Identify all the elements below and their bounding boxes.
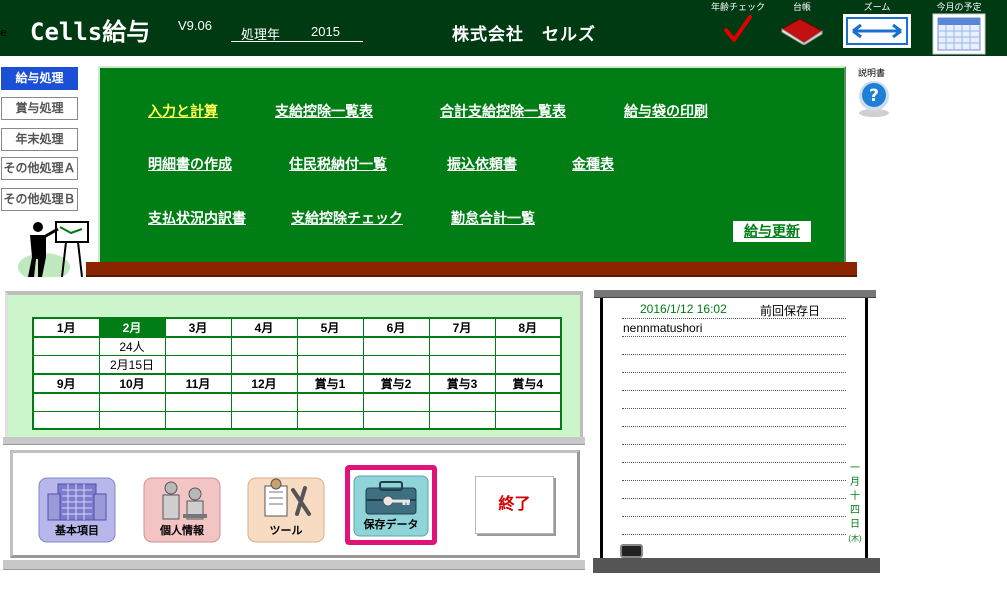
- zoom-arrows-icon: [846, 17, 908, 45]
- month-cell-mar[interactable]: 3月: [164, 317, 232, 338]
- memo-scroll-handle[interactable]: [620, 544, 643, 558]
- saved-data-button[interactable]: 保存データ: [352, 472, 430, 538]
- processing-year-label: 処理年: [241, 27, 281, 42]
- board-ledge: [86, 262, 857, 277]
- vertical-date: 一 月 十 四 日 (木): [848, 463, 862, 543]
- presenter-icon: [18, 221, 89, 277]
- month-cell-jun[interactable]: 6月: [362, 317, 430, 338]
- app-window: Cells給与 V9.06 処理年 2015 株式会社 セルズ 年齢チェック 台…: [0, 0, 1007, 596]
- header-bar: Cells給与 V9.06 処理年 2015 株式会社 セルズ 年齢チェック 台…: [0, 0, 1007, 56]
- link-pay-envelope-print[interactable]: 給与袋の印刷: [624, 101, 708, 121]
- link-denomination-table[interactable]: 金種表: [572, 154, 614, 174]
- processing-year: 処理年 2015: [231, 22, 363, 42]
- memo-bottom-rail: [593, 558, 880, 573]
- exit-button[interactable]: 終了: [475, 476, 554, 534]
- bonus-cell-3[interactable]: 賞与3: [428, 373, 496, 394]
- month-cell-dec[interactable]: 12月: [230, 373, 298, 394]
- bonus-cell-4[interactable]: 賞与4: [494, 373, 562, 394]
- ledger-label: 台帳: [792, 2, 811, 12]
- feb-employee-count: 24人: [98, 336, 166, 356]
- link-transfer-request[interactable]: 振込依頼書: [447, 154, 517, 174]
- personal-info-button[interactable]: 個人情報: [143, 474, 221, 544]
- menu-other-processing-a[interactable]: その他処理Ａ: [1, 157, 78, 180]
- manual-button[interactable]: ?: [857, 80, 891, 122]
- feb-pay-date: 2月15日: [98, 355, 166, 375]
- personal-info-label: 個人情報: [160, 525, 204, 537]
- link-create-statement[interactable]: 明細書の作成: [148, 154, 232, 174]
- manual-label: 説明書: [858, 68, 886, 78]
- tools-label: ツール: [269, 525, 303, 537]
- memo-note-text[interactable]: nennmatushori: [623, 321, 702, 335]
- processing-year-value: 2015: [311, 24, 340, 39]
- monthly-schedule-button[interactable]: 今月の予定: [930, 0, 988, 59]
- month-cell-jan[interactable]: 1月: [32, 317, 100, 338]
- month-cell-jul[interactable]: 7月: [428, 317, 496, 338]
- checkmark-icon: [724, 15, 752, 42]
- menu-salary-processing[interactable]: 給与処理: [1, 67, 78, 90]
- company-name: 株式会社 セルズ: [452, 25, 596, 44]
- month-cell-feb[interactable]: 2月: [98, 317, 166, 338]
- memo-panel: [600, 298, 868, 560]
- month-header-row-top: 1月 2月 3月 4月 5月 6月 7月 8月: [32, 317, 562, 338]
- version-label: V9.06: [178, 18, 212, 33]
- menu-year-end-processing[interactable]: 年末処理: [1, 128, 78, 151]
- menu-other-processing-b[interactable]: その他処理Ｂ: [1, 188, 78, 211]
- monthly-schedule-label: 今月の予定: [936, 2, 982, 12]
- link-payment-breakdown[interactable]: 支払状況内訳書: [148, 208, 246, 228]
- month-cell-apr[interactable]: 4月: [230, 317, 298, 338]
- month-calendar-table: 1月 2月 3月 4月 5月 6月 7月 8月 24人 2月15日 9月 10月…: [32, 317, 562, 430]
- link-total-payment-deduction-list[interactable]: 合計支給控除一覧表: [440, 101, 566, 121]
- bonus-cell-1[interactable]: 賞与1: [296, 373, 364, 394]
- svg-text:?: ?: [869, 86, 879, 106]
- age-check-button[interactable]: 年齢チェック: [708, 0, 768, 48]
- month-cell-oct[interactable]: 10月: [98, 373, 166, 394]
- calendar-icon: [932, 13, 986, 55]
- salary-update-button[interactable]: 給与更新: [733, 221, 811, 242]
- basic-items-label: 基本項目: [55, 525, 99, 537]
- memo-top-rail: [594, 290, 876, 298]
- calendar-panel-shelf: [3, 437, 585, 445]
- month-header-row-bottom: 9月 10月 11月 12月 賞与1 賞与2 賞与3 賞与4: [32, 373, 562, 394]
- link-payment-deduction-list[interactable]: 支給控除一覧表: [275, 101, 373, 121]
- menu-bonus-processing[interactable]: 賞与処理: [1, 97, 78, 120]
- link-input-and-calc[interactable]: 入力と計算: [148, 101, 218, 121]
- app-title: Cells給与: [30, 18, 151, 46]
- last-saved-label: 前回保存日: [760, 304, 821, 318]
- link-resident-tax-list[interactable]: 住民税納付一覧: [289, 154, 387, 174]
- last-saved-datetime: 2016/1/12 16:02: [640, 302, 727, 316]
- month-cell-aug[interactable]: 8月: [494, 317, 562, 338]
- zoom-button[interactable]: ズーム: [842, 0, 912, 48]
- bonus-cell-2[interactable]: 賞与2: [362, 373, 430, 394]
- month-count-row: 24人: [32, 336, 562, 356]
- ledger-book-icon: [781, 18, 823, 46]
- month-cell-may[interactable]: 5月: [296, 317, 364, 338]
- month-cell-nov[interactable]: 11月: [164, 373, 232, 394]
- zoom-label: ズーム: [863, 2, 891, 12]
- link-attendance-total-list[interactable]: 勤怠合計一覧: [451, 208, 535, 228]
- age-check-label: 年齢チェック: [710, 2, 765, 12]
- basic-items-button[interactable]: 基本項目: [38, 474, 116, 544]
- saved-data-label: 保存データ: [363, 519, 419, 531]
- month-cell-sep[interactable]: 9月: [32, 373, 100, 394]
- ledger-button[interactable]: 台帳: [780, 0, 824, 49]
- action-panel-shelf: [3, 560, 585, 570]
- tools-button[interactable]: ツール: [247, 474, 325, 544]
- help-question-icon: ?: [859, 81, 889, 117]
- window-edge-fragment: e: [0, 26, 7, 39]
- salary-update-label: 給与更新: [744, 223, 800, 239]
- link-payment-deduction-check[interactable]: 支給控除チェック: [291, 208, 403, 228]
- month-date-row: 2月15日: [32, 355, 562, 375]
